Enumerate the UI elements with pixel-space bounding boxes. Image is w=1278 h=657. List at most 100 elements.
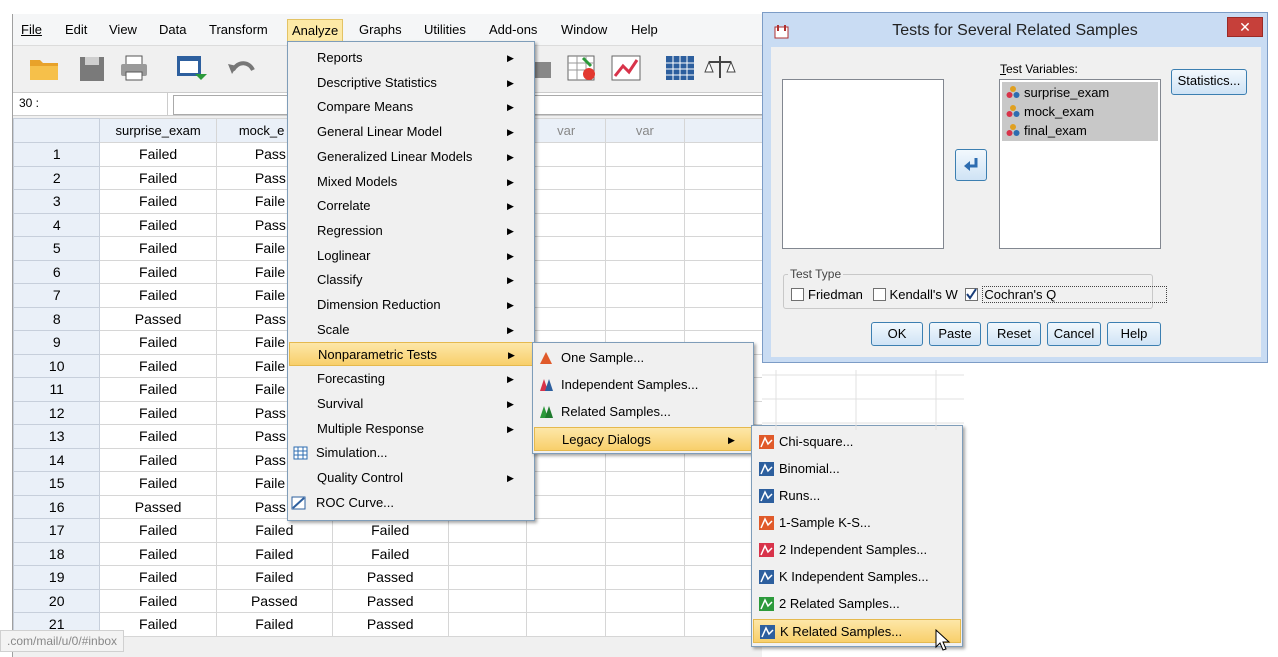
data-cell[interactable]: Failed xyxy=(99,353,217,378)
select-cases-icon[interactable] xyxy=(565,52,599,84)
row-number[interactable]: 9 xyxy=(13,330,101,355)
data-cell[interactable] xyxy=(447,541,528,566)
data-cell[interactable] xyxy=(605,612,685,637)
row-number[interactable]: 6 xyxy=(13,259,101,284)
cochrans-checkbox[interactable]: Cochran's Q xyxy=(965,286,1168,303)
data-cell[interactable] xyxy=(605,588,685,613)
menu-item-roc-curve[interactable]: ROC Curve... xyxy=(289,491,533,515)
row-number[interactable]: 16 xyxy=(13,494,101,519)
data-cell[interactable] xyxy=(526,518,606,543)
test-variables-list[interactable]: surprise_exam mock_exam final_exam xyxy=(999,79,1161,249)
row-number[interactable]: 1 xyxy=(13,142,101,167)
recall-dialog-icon[interactable] xyxy=(173,52,207,84)
paste-button[interactable]: Paste xyxy=(929,322,981,346)
menu-item-descriptive-statistics[interactable]: Descriptive Statistics ▶ xyxy=(289,71,533,95)
data-cell[interactable]: Failed xyxy=(215,612,333,637)
undo-icon[interactable] xyxy=(225,52,259,84)
data-cell[interactable]: Failed xyxy=(99,447,217,472)
col-header-var[interactable]: var xyxy=(526,118,606,143)
data-cell[interactable] xyxy=(526,259,606,284)
test-variable-item[interactable]: mock_exam xyxy=(1002,102,1158,121)
row-number[interactable]: 11 xyxy=(13,377,101,402)
menu-item-related-samples[interactable]: Related Samples... xyxy=(534,400,752,424)
row-number[interactable]: 19 xyxy=(13,565,101,590)
data-cell[interactable] xyxy=(683,165,762,190)
data-cell[interactable] xyxy=(605,259,685,284)
menu-item-survival[interactable]: Survival ▶ xyxy=(289,392,533,416)
data-cell[interactable]: Failed xyxy=(99,283,217,308)
statistics-button[interactable]: Statistics... xyxy=(1171,69,1247,95)
data-cell[interactable] xyxy=(605,236,685,261)
data-cell[interactable]: Failed xyxy=(215,541,333,566)
row-number[interactable]: 18 xyxy=(13,541,101,566)
menu-analyze[interactable]: Analyze xyxy=(287,19,344,43)
data-cell[interactable]: Failed xyxy=(99,518,217,543)
data-cell[interactable]: Failed xyxy=(99,588,217,613)
menu-edit[interactable]: Edit xyxy=(61,21,91,41)
data-cell[interactable] xyxy=(605,306,685,331)
menu-item-one-sample[interactable]: One Sample... xyxy=(534,346,752,370)
data-cell[interactable]: Failed xyxy=(99,565,217,590)
data-cell[interactable] xyxy=(683,142,762,167)
data-cell[interactable]: Failed xyxy=(215,518,333,543)
data-cell[interactable] xyxy=(605,189,685,214)
menu-item-scale[interactable]: Scale ▶ xyxy=(289,318,533,342)
data-cell[interactable] xyxy=(526,165,606,190)
data-cell[interactable]: Failed xyxy=(331,518,449,543)
menu-item-compare-means[interactable]: Compare Means ▶ xyxy=(289,95,533,119)
data-cell[interactable] xyxy=(526,471,606,496)
close-button[interactable]: ✕ xyxy=(1227,17,1263,37)
cancel-button[interactable]: Cancel xyxy=(1047,322,1101,346)
menu-data[interactable]: Data xyxy=(155,21,190,41)
data-cell[interactable]: Failed xyxy=(99,236,217,261)
print-icon[interactable] xyxy=(117,52,151,84)
menu-window[interactable]: Window xyxy=(557,21,611,41)
row-number[interactable]: 7 xyxy=(13,283,101,308)
menu-addons[interactable]: Add-ons xyxy=(485,21,541,41)
data-cell[interactable] xyxy=(683,306,762,331)
menu-item-general-linear-model[interactable]: General Linear Model ▶ xyxy=(289,120,533,144)
menu-file[interactable]: File xyxy=(17,21,46,41)
data-cell[interactable] xyxy=(605,142,685,167)
data-cell[interactable]: Failed xyxy=(99,212,217,237)
col-header-var-extra[interactable] xyxy=(683,118,762,143)
menu-help[interactable]: Help xyxy=(627,21,662,41)
data-cell[interactable] xyxy=(605,471,685,496)
data-cell[interactable] xyxy=(605,518,685,543)
row-number[interactable]: 8 xyxy=(13,306,101,331)
data-cell[interactable]: Failed xyxy=(99,377,217,402)
data-cell[interactable] xyxy=(526,189,606,214)
cochrans-check-checked[interactable] xyxy=(965,288,979,301)
corner-cell[interactable] xyxy=(13,118,101,143)
row-number[interactable]: 14 xyxy=(13,447,101,472)
menu-item-classify[interactable]: Classify ▶ xyxy=(289,268,533,292)
data-cell[interactable]: Passed xyxy=(99,494,217,519)
data-cell[interactable]: Passed xyxy=(331,612,449,637)
data-cell[interactable] xyxy=(447,518,528,543)
row-number[interactable]: 4 xyxy=(13,212,101,237)
data-cell[interactable] xyxy=(526,541,606,566)
menu-item-dimension-reduction[interactable]: Dimension Reduction ▶ xyxy=(289,293,533,317)
data-cell[interactable]: Failed xyxy=(99,471,217,496)
menu-item-k-related-samples[interactable]: K Related Samples... xyxy=(753,619,961,643)
menu-item-runs[interactable]: Runs... xyxy=(753,484,961,508)
menu-item-loglinear[interactable]: Loglinear ▶ xyxy=(289,244,533,268)
menu-item-quality-control[interactable]: Quality Control ▶ xyxy=(289,466,533,490)
data-cell[interactable] xyxy=(526,236,606,261)
row-number[interactable]: 10 xyxy=(13,353,101,378)
data-cell[interactable] xyxy=(605,494,685,519)
data-cell[interactable] xyxy=(605,165,685,190)
open-folder-icon[interactable] xyxy=(27,52,61,84)
data-cell[interactable] xyxy=(683,236,762,261)
data-cell[interactable]: Failed xyxy=(99,424,217,449)
row-number[interactable]: 13 xyxy=(13,424,101,449)
friedman-checkbox[interactable]: Friedman xyxy=(791,287,863,302)
menu-item-2-independent-samples[interactable]: 2 Independent Samples... xyxy=(753,538,961,562)
row-number[interactable]: 20 xyxy=(13,588,101,613)
data-cell[interactable]: Failed xyxy=(99,142,217,167)
row-number[interactable]: 5 xyxy=(13,236,101,261)
menu-item-k-independent-samples[interactable]: K Independent Samples... xyxy=(753,565,961,589)
data-cell[interactable] xyxy=(683,212,762,237)
data-cell[interactable] xyxy=(447,612,528,637)
menu-item-simulation[interactable]: Simulation... xyxy=(289,441,533,465)
